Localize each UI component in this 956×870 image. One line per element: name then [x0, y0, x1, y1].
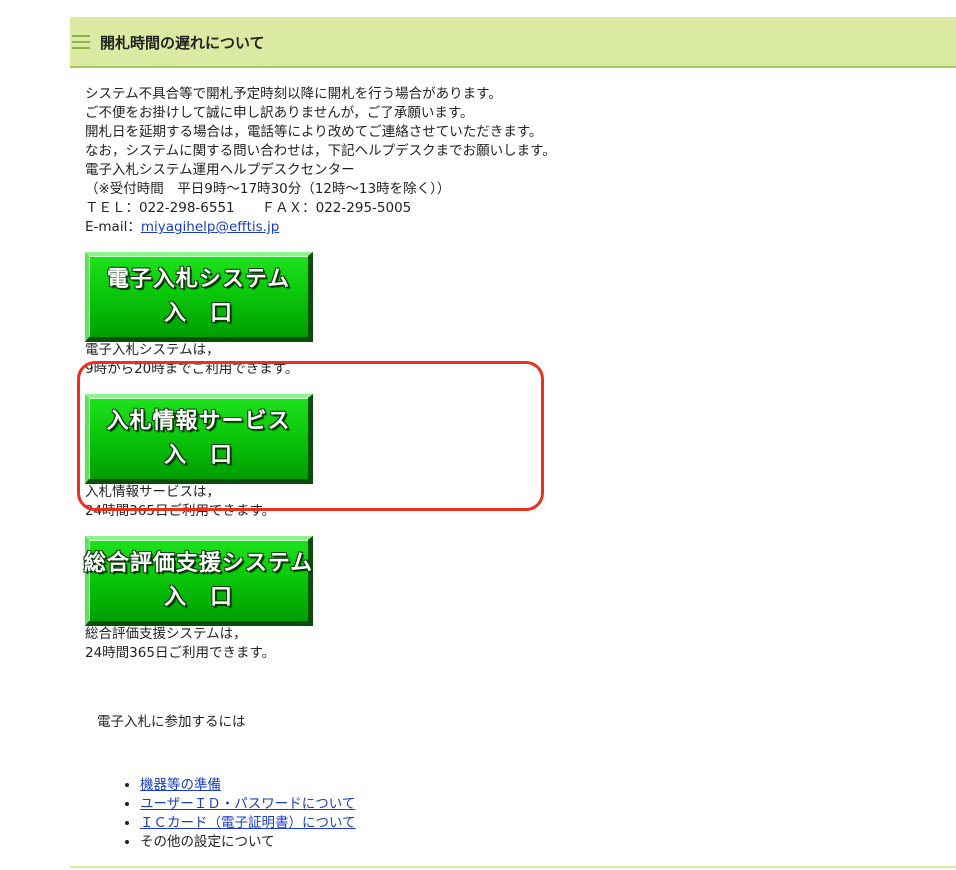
join-links-list: 機器等の準備 ユーザーＩＤ・パスワードについて ＩＣカード（電子証明書）について…	[120, 776, 356, 852]
email-label: E-mail：	[85, 219, 141, 235]
join-heading: 電子入札に参加するには	[97, 714, 246, 730]
button-label: 総合評価支援システム	[83, 550, 314, 576]
button-label: 電子入札システム	[106, 266, 291, 292]
caption-line: 電子入札システムは，	[85, 342, 220, 358]
section-title: 開札時間の遅れについて	[100, 34, 265, 52]
caption-line: 入札情報サービスは，	[85, 484, 220, 500]
button-label: 入 口	[163, 442, 233, 468]
section-header: 開札時間の遅れについて	[70, 17, 956, 68]
list-item: ＩＣカード（電子証明書）について	[140, 814, 356, 833]
notice-line: （※受付時間 平日9時〜17時30分（12時〜13時を除く））	[85, 181, 451, 197]
email-link[interactable]: miyagihelp@efftis.jp	[141, 219, 279, 235]
ic-card-link[interactable]: ＩＣカード（電子証明書）について	[140, 815, 356, 831]
divider	[70, 866, 956, 868]
e-bidding-caption: 電子入札システムは， 9時から20時までご利用できます。	[85, 341, 298, 379]
caption-line: 24時間365日ご利用できます。	[85, 503, 276, 519]
bid-info-caption: 入札情報サービスは， 24時間365日ご利用できます。	[85, 483, 275, 521]
bid-info-service-entry-button[interactable]: 入札情報サービス 入 口	[85, 394, 313, 484]
notice-text: システム不具合等で開札予定時刻以降に開札を行う場合があります。 ご不便をお掛けし…	[85, 85, 556, 237]
notice-line: なお，システムに関する問い合わせは，下記ヘルプデスクまでお願いします。	[85, 143, 556, 159]
evaluation-support-caption: 総合評価支援システムは， 24時間365日ご利用できます。	[85, 625, 275, 663]
list-item: 機器等の準備	[140, 776, 356, 795]
user-id-password-link[interactable]: ユーザーＩＤ・パスワードについて	[140, 796, 355, 812]
other-settings-text: その他の設定について	[140, 834, 275, 850]
button-label: 入 口	[163, 300, 233, 326]
email-row: E-mail：miyagihelp@efftis.jp	[85, 218, 556, 237]
list-item: その他の設定について	[140, 833, 356, 852]
e-bidding-entry-button[interactable]: 電子入札システム 入 口	[85, 252, 313, 342]
caption-line: 9時から20時までご利用できます。	[85, 361, 299, 377]
evaluation-support-entry-button[interactable]: 総合評価支援システム 入 口	[83, 536, 314, 626]
caption-line: 24時間365日ご利用できます。	[85, 645, 276, 661]
notice-line: システム不具合等で開札予定時刻以降に開札を行う場合があります。	[85, 86, 502, 102]
caption-line: 総合評価支援システムは，	[85, 626, 247, 642]
menu-bars-icon	[72, 35, 90, 49]
button-label: 入札情報サービス	[106, 408, 291, 434]
notice-line: ＴＥＬ：022-298-6551 ＦＡＸ：022-295-5005	[85, 200, 412, 216]
notice-line: 電子入札システム運用ヘルプデスクセンター	[85, 162, 355, 178]
notice-line: 開札日を延期する場合は，電話等により改めてご連絡させていただきます。	[85, 124, 543, 140]
button-label: 入 口	[163, 584, 233, 610]
list-item: ユーザーＩＤ・パスワードについて	[140, 795, 356, 814]
notice-line: ご不便をお掛けして誠に申し訳ありませんが，ご了承願います。	[85, 105, 474, 121]
equipment-prep-link[interactable]: 機器等の準備	[140, 777, 221, 793]
